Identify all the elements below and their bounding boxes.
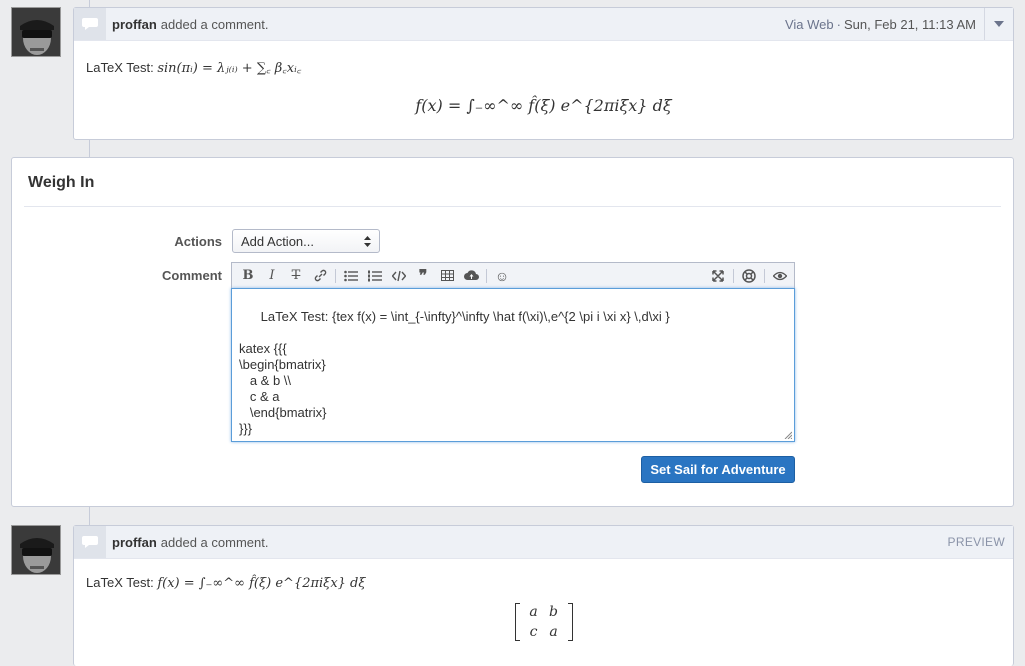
matrix-grid: a b c a [524,604,564,640]
comment-header: proffan added a comment. Via Web · Sun, … [74,8,1013,41]
resize-grip-icon[interactable] [784,431,792,439]
timeline-line-bottom [89,507,90,527]
separator: · [836,16,841,32]
help-icon[interactable] [737,264,761,288]
block-math: f(x) = ∫₋∞^∞ f̂(ξ) e^{2πiξx} dξ [415,96,672,115]
comment-date[interactable]: Sun, Feb 21, 11:13 AM [844,17,976,32]
comment-textarea-text: LaTeX Test: {tex f(x) = \int_{-\infty}^\… [239,309,670,436]
left-bracket [514,603,520,641]
actions-select-value: Add Action... [241,233,314,249]
comment-line: LaTeX Test: f(x) = ∫₋∞^∞ f̂(ξ) e^{2πiξx}… [86,575,1001,591]
avatar[interactable] [11,525,61,575]
comment-action: added a comment. [160,16,269,32]
comment-bubble-icon [74,8,106,40]
toolbar-separator [764,269,765,283]
quote-icon[interactable]: ❞ [411,264,435,288]
emoji-icon[interactable]: ☺ [490,264,514,288]
bold-icon[interactable]: B [236,264,260,288]
comment-action: added a comment. [160,534,269,550]
toolbar-separator [733,269,734,283]
preview-icon[interactable] [768,264,792,288]
comment-via: Via Web [784,16,834,32]
weigh-in-title: Weigh In [28,174,95,191]
link-icon[interactable] [308,264,332,288]
matrix-cell: a [549,624,558,640]
matrix-block: a b c a [86,603,1001,644]
weigh-in-panel: Weigh In Actions Add Action... Comment B… [11,157,1014,507]
inline-prefix: LaTeX Test: [86,575,154,590]
comment-label: Comment [162,268,222,283]
chevron-down-icon [994,21,1004,27]
comment-author[interactable]: proffan [112,535,157,550]
table-icon[interactable] [435,264,459,288]
strikethrough-icon[interactable]: T [284,264,308,288]
preview-tag: PREVIEW [947,535,1005,549]
comment-header: proffan added a comment. PREVIEW [74,526,1013,559]
matrix-cell: c [529,624,538,640]
right-bracket [567,603,573,641]
toolbar-separator [335,268,336,283]
actions-select[interactable]: Add Action... [232,229,380,253]
comment-menu-button[interactable] [984,8,1013,40]
inline-math: f(x) = ∫₋∞^∞ f̂(ξ) e^{2πiξx} dξ [157,576,366,591]
numbered-list-icon[interactable] [363,264,387,288]
select-arrows-icon [364,235,371,247]
comment-body: LaTeX Test: sin(πᵢ) = λⱼ₍ᵢ₎ + ∑꜀ β꜀xᵢ꜀ f… [74,41,1013,129]
comment-author[interactable]: proffan [112,17,157,32]
comment-card: proffan added a comment. Via Web · Sun, … [73,7,1014,140]
avatar[interactable] [11,7,61,57]
bullet-list-icon[interactable] [339,264,363,288]
matrix-cell: b [549,604,558,620]
inline-math: sin(πᵢ) = λⱼ₍ᵢ₎ + ∑꜀ β꜀xᵢ꜀ [157,61,302,76]
actions-label: Actions [174,234,222,249]
comment-body: LaTeX Test: f(x) = ∫₋∞^∞ f̂(ξ) e^{2πiξx}… [74,559,1013,658]
comment-bubble-icon [74,526,106,558]
comment-line: LaTeX Test: sin(πᵢ) = λⱼ₍ᵢ₎ + ∑꜀ β꜀xᵢ꜀ [86,58,1001,76]
code-icon[interactable] [387,264,411,288]
submit-button[interactable]: Set Sail for Adventure [641,456,795,483]
toolbar-separator [486,268,487,283]
divider [24,206,1001,207]
comment-editor: B I T ❞ ☺ LaTeX Test: {tex f(x) = \int_{… [231,262,795,442]
comment-preview-card: proffan added a comment. PREVIEW LaTeX T… [73,525,1014,666]
editor-toolbar: B I T ❞ ☺ [231,262,795,288]
inline-prefix: LaTeX Test: [86,60,154,75]
matrix-cell: a [529,604,538,620]
upload-icon[interactable] [459,264,483,288]
fullscreen-icon[interactable] [706,264,730,288]
bmatrix: a b c a [514,603,573,641]
comment-textarea[interactable]: LaTeX Test: {tex f(x) = \int_{-\infty}^\… [231,288,795,442]
italic-icon[interactable]: I [260,264,284,288]
